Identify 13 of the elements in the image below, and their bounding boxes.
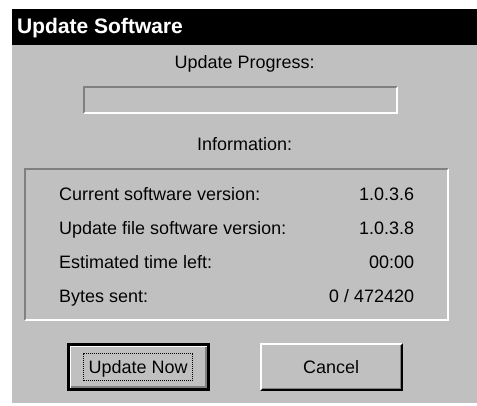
info-label: Update file software version: bbox=[59, 218, 288, 238]
information-label: Information: bbox=[196, 134, 292, 155]
dialog-button[interactable]: Update Now bbox=[66, 343, 210, 391]
info-label: Current software version: bbox=[59, 184, 262, 204]
progress-label: Update Progress: bbox=[174, 52, 315, 73]
info-value: 0 / 472420 bbox=[328, 286, 414, 306]
info-label: Estimated time left: bbox=[59, 252, 214, 272]
info-value: 00:00 bbox=[368, 252, 414, 272]
dialog-button[interactable]: Cancel bbox=[260, 343, 402, 391]
window-title: Update Software bbox=[17, 15, 183, 39]
info-value: 1.0.3.6 bbox=[358, 184, 414, 204]
info-value: 1.0.3.8 bbox=[358, 218, 414, 238]
info-label: Bytes sent: bbox=[59, 286, 150, 306]
